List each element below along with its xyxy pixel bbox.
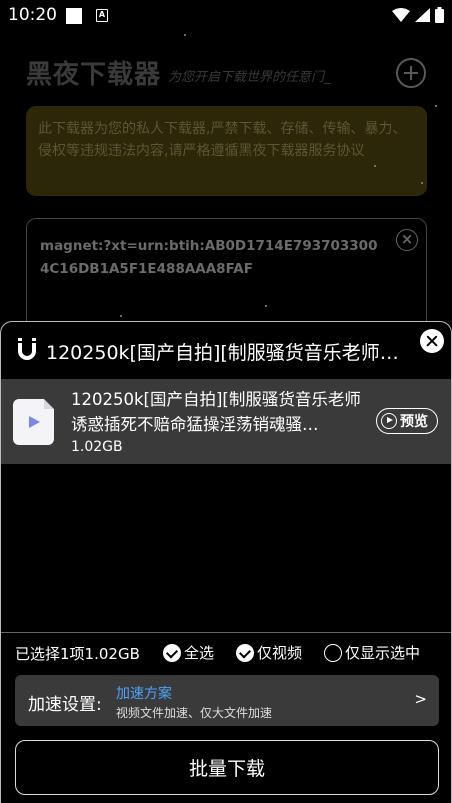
star-decoration [374, 165, 376, 167]
notice-banner: 此下载器为您的私人下载器,严禁下载、存储、传输、暴力、侵权等违规违法内容,请严格… [26, 106, 427, 196]
add-task-button[interactable] [396, 58, 426, 88]
select-all-label: 全选 [184, 644, 215, 662]
checked-icon [236, 643, 254, 662]
file-name: 120250k[国产自拍][制服骚货音乐老师诱惑插死不赔命猛操淫荡销魂骚… [71, 390, 361, 434]
preview-label: 预览 [400, 414, 428, 430]
unchecked-icon [324, 643, 342, 662]
status-indicators [392, 7, 444, 23]
close-button[interactable] [420, 329, 444, 353]
download-sheet: 120250k[国产自拍][制服骚货音乐老师诱惑插死不赔命猛操淫荡销魂骚… 12… [0, 321, 452, 803]
speed-settings[interactable]: 加速设置: 加速方案 视频文件加速、仅大文件加速 > [15, 675, 439, 726]
play-icon [381, 413, 397, 429]
selection-summary: 已选择1项1.02GB [15, 645, 140, 663]
status-time: 10:20 [8, 5, 57, 25]
show-selected-label: 仅显示选中 [345, 644, 421, 662]
show-selected-option[interactable]: 仅显示选中 [324, 642, 420, 663]
divider [1, 632, 451, 633]
app-subtitle: 为您开启下载世界的任意门_ [168, 70, 331, 85]
magnet-icon [17, 338, 37, 360]
status-bar: 10:20 A [0, 0, 452, 32]
preview-button[interactable]: 预览 [376, 408, 438, 434]
chevron-right-icon: > [414, 690, 427, 708]
battery-icon [435, 7, 444, 23]
signal-icon [415, 8, 430, 22]
video-file-icon [13, 399, 54, 445]
select-all-option[interactable]: 全选 [163, 642, 214, 663]
file-list-item[interactable]: 120250k[国产自拍][制服骚货音乐老师诱惑插死不赔命猛操淫荡销魂骚… 1.… [1, 379, 451, 464]
star-decoration [120, 315, 122, 317]
star-decoration [184, 34, 186, 36]
sheet-title: 120250k[国产自拍][制服骚货音乐老师诱惑插死不赔命猛操淫荡销魂骚… [46, 342, 412, 364]
video-only-label: 仅视频 [257, 644, 303, 662]
checked-icon [163, 643, 181, 662]
a-notification-icon: A [96, 9, 108, 22]
sheet-header: 120250k[国产自拍][制服骚货音乐老师诱惑插死不赔命猛操淫荡销魂骚… [1, 322, 451, 378]
batch-download-button[interactable]: 批量下载 [15, 740, 439, 795]
app-title: 黑夜下载器 [26, 60, 162, 90]
star-decoration [435, 105, 437, 107]
magnet-link-text: magnet:?xt=urn:btih:AB0D1714E7937033004C… [40, 238, 378, 277]
wifi-icon [392, 8, 410, 22]
star-decoration [265, 305, 267, 307]
speed-plan-link[interactable]: 加速方案 [116, 683, 172, 703]
star-decoration [421, 182, 423, 184]
selection-options: 已选择1项1.02GB 全选 仅视频 仅显示选中 [1, 637, 451, 667]
square-icon [66, 8, 82, 24]
clear-input-icon[interactable]: × [396, 229, 418, 251]
speed-label: 加速设置: [28, 695, 102, 715]
speed-description: 视频文件加速、仅大文件加速 [116, 706, 273, 720]
video-only-option[interactable]: 仅视频 [236, 642, 302, 663]
file-size: 1.02GB [71, 439, 123, 455]
